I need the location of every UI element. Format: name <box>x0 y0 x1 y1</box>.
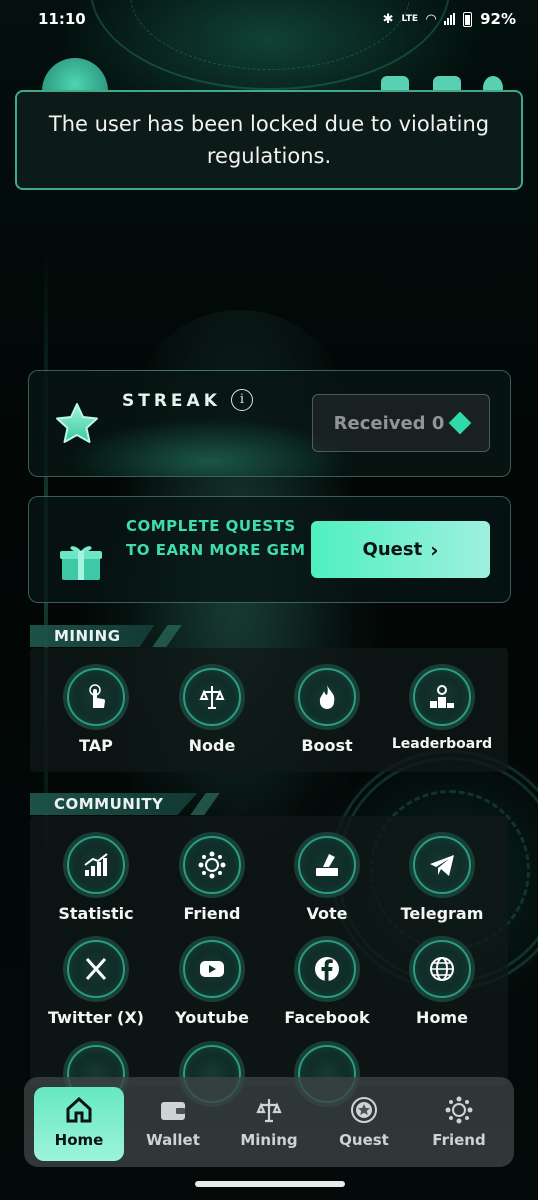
received-button[interactable]: Received 0 <box>312 394 490 452</box>
bluetooth-icon: ✱ <box>382 11 394 27</box>
podium-icon <box>413 668 471 726</box>
gem-icon <box>449 411 472 435</box>
chart-icon <box>67 836 125 894</box>
status-bar: 11:10 ✱ LTE ◠ 92% <box>0 0 538 38</box>
mining-leaderboard-label: Leaderboard <box>391 736 493 752</box>
x-icon <box>67 940 125 998</box>
received-label: Received 0 <box>333 412 445 434</box>
community-telegram[interactable]: Telegram <box>387 836 497 923</box>
mining-icon <box>256 1099 282 1123</box>
community-home[interactable]: Home <box>387 940 497 1027</box>
locked-toast: The user has been locked due to violatin… <box>15 90 523 190</box>
mining-title-text: MINING <box>54 627 121 645</box>
battery-level: 92% <box>480 10 516 28</box>
globe-icon <box>413 940 471 998</box>
toast-message: The user has been locked due to violatin… <box>48 112 490 168</box>
community-section-title: COMMUNITY <box>30 793 198 815</box>
community-home-label: Home <box>416 1008 468 1027</box>
quest-icon <box>351 1097 377 1123</box>
nav-home-label: Home <box>54 1131 104 1149</box>
wifi-icon: ◠ <box>426 11 437 27</box>
community-facebook[interactable]: Facebook <box>272 940 382 1027</box>
network-icon <box>183 836 241 894</box>
star-icon <box>56 403 98 443</box>
community-youtube[interactable]: Youtube <box>157 940 267 1027</box>
battery-icon <box>463 11 473 27</box>
nav-quest-label: Quest <box>339 1131 389 1149</box>
nav-home[interactable]: Home <box>34 1087 124 1161</box>
signal-icon <box>444 13 456 25</box>
mining-boost[interactable]: Boost <box>272 668 382 755</box>
mining-tap-label: TAP <box>79 736 113 755</box>
chevron-right-icon: › <box>430 537 439 562</box>
community-title-text: COMMUNITY <box>54 795 164 813</box>
nav-friend-label: Friend <box>432 1131 486 1149</box>
friend-icon <box>445 1096 473 1124</box>
streak-title: STREAK <box>122 391 221 411</box>
facebook-icon <box>298 940 356 998</box>
community-twitter[interactable]: Twitter (X) <box>41 940 151 1027</box>
community-telegram-label: Telegram <box>400 904 484 923</box>
mining-boost-label: Boost <box>301 736 353 755</box>
nav-wallet-label: Wallet <box>146 1131 200 1149</box>
network-type: LTE <box>401 14 419 24</box>
nav-friend[interactable]: Friend <box>414 1087 504 1161</box>
community-statistic[interactable]: Statistic <box>41 836 151 923</box>
nav-mining-label: Mining <box>240 1131 298 1149</box>
node-icon <box>183 668 241 726</box>
mining-node-label: Node <box>188 736 236 755</box>
quest-button[interactable]: Quest › <box>311 521 490 578</box>
mining-section-title: MINING <box>30 625 155 647</box>
mining-node[interactable]: Node <box>157 668 267 755</box>
nav-quest[interactable]: Quest <box>319 1087 409 1161</box>
info-icon[interactable]: i <box>231 389 253 411</box>
community-youtube-label: Youtube <box>175 1008 249 1027</box>
gift-icon <box>60 546 102 580</box>
quest-prompt: COMPLETE QUESTS TO EARN MORE GEM <box>126 517 306 559</box>
nav-wallet[interactable]: Wallet <box>128 1087 218 1161</box>
status-time: 11:10 <box>38 10 86 28</box>
wallet-icon <box>161 1102 185 1120</box>
telegram-icon <box>413 836 471 894</box>
status-icons: ✱ LTE ◠ 92% <box>383 10 516 28</box>
community-statistic-label: Statistic <box>58 904 134 923</box>
community-vote[interactable]: Vote <box>272 836 382 923</box>
mining-leaderboard[interactable]: Leaderboard <box>387 668 497 752</box>
youtube-icon <box>183 940 241 998</box>
home-icon <box>66 1096 92 1123</box>
community-friend-label: Friend <box>183 904 241 923</box>
nav-mining[interactable]: Mining <box>224 1087 314 1161</box>
community-twitter-label: Twitter (X) <box>48 1008 144 1027</box>
quest-button-label: Quest <box>362 539 423 560</box>
community-friend[interactable]: Friend <box>157 836 267 923</box>
mining-tap[interactable]: TAP <box>41 668 151 755</box>
vote-icon <box>298 836 356 894</box>
community-vote-label: Vote <box>306 904 348 923</box>
tap-icon <box>67 668 125 726</box>
gesture-home-bar[interactable] <box>195 1181 345 1187</box>
community-facebook-label: Facebook <box>284 1008 370 1027</box>
fire-icon <box>298 668 356 726</box>
